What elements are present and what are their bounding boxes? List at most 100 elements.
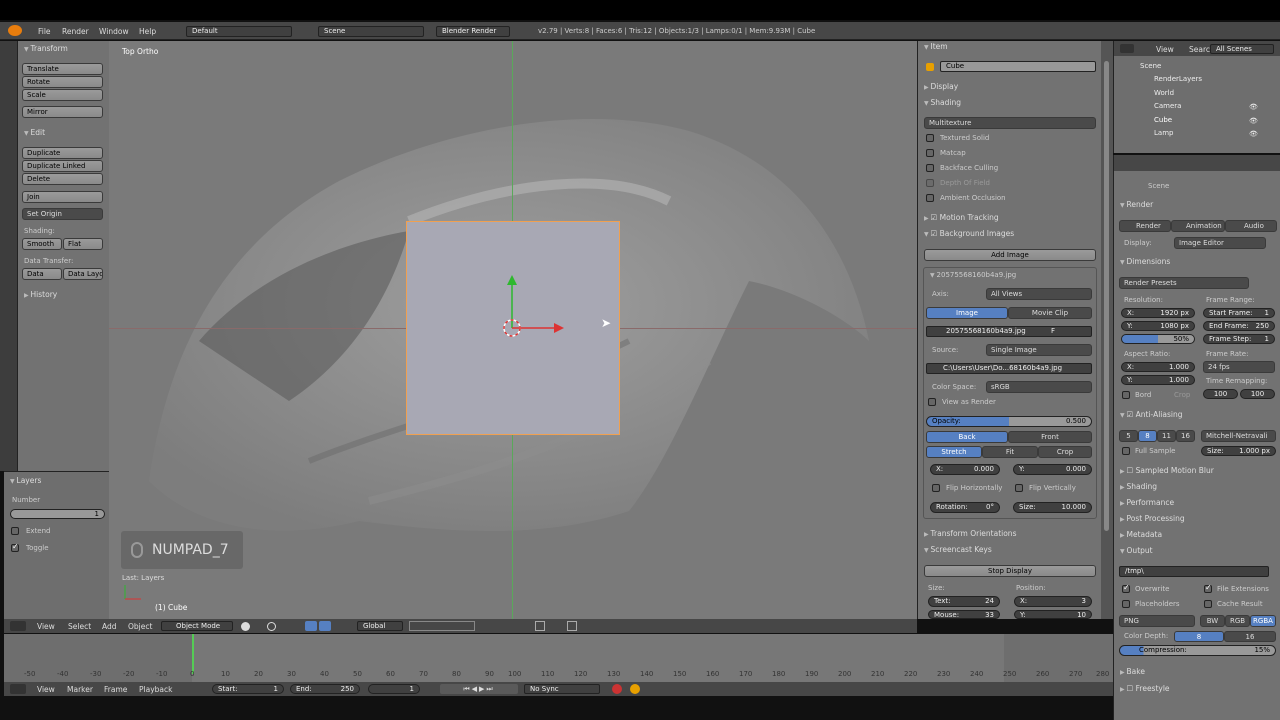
- join-button[interactable]: Join: [22, 191, 103, 203]
- duplicate-linked-button[interactable]: Duplicate Linked: [22, 160, 103, 172]
- outliner-item-camera[interactable]: Camera: [1154, 102, 1181, 110]
- outliner-editor-icon[interactable]: [1120, 44, 1134, 53]
- display-selector[interactable]: Image Editor: [1174, 237, 1266, 249]
- timeline[interactable]: -50 -40 -30 -20 -10 0 10 20 30 40 50 60 …: [4, 634, 1113, 682]
- panel-performance[interactable]: ▶ Performance: [1120, 498, 1174, 507]
- eye-icon[interactable]: 👁: [1249, 130, 1258, 138]
- panel-history[interactable]: ▶ History: [24, 290, 57, 299]
- aspect-y-field[interactable]: Y: 1.000: [1121, 375, 1195, 385]
- axis-selector[interactable]: All Views: [986, 288, 1092, 300]
- tl-menu-view[interactable]: View: [37, 685, 55, 694]
- frame-step-prop[interactable]: Frame Step: 1: [1203, 334, 1275, 344]
- backface-checkbox[interactable]: [926, 164, 934, 172]
- bw-button[interactable]: BW: [1200, 615, 1225, 627]
- sc-text-size-field[interactable]: Text: 24: [928, 596, 1000, 607]
- scene-selector[interactable]: Scene: [318, 26, 424, 37]
- end-frame-prop[interactable]: End Frame: 250: [1203, 321, 1275, 331]
- sc-pos-x-field[interactable]: X: 3: [1014, 596, 1092, 607]
- menu-render[interactable]: Render: [62, 27, 89, 36]
- res-percent-slider[interactable]: 50%: [1121, 334, 1195, 344]
- layers-title[interactable]: ▼ Layers: [10, 476, 41, 485]
- front-button[interactable]: Front: [1008, 431, 1092, 443]
- snap-icon[interactable]: [535, 621, 545, 631]
- 3d-viewport[interactable]: ➤ Top Ortho NUMPAD_7 Last: Layers (1) Cu…: [109, 41, 917, 619]
- aa-11[interactable]: 11: [1157, 430, 1176, 442]
- duplicate-button[interactable]: Duplicate: [22, 147, 103, 159]
- smooth-button[interactable]: Smooth: [22, 238, 62, 250]
- cache-result-checkbox[interactable]: [1204, 600, 1212, 608]
- matcap-checkbox[interactable]: [926, 149, 934, 157]
- panel-freestyle[interactable]: ▶ ☐ Freestyle: [1120, 684, 1170, 693]
- aa-8[interactable]: 8: [1138, 430, 1157, 442]
- item-name-field[interactable]: Cube: [940, 61, 1096, 72]
- data-button[interactable]: Data: [22, 268, 62, 280]
- color-space-selector[interactable]: sRGB: [986, 381, 1092, 393]
- aspect-x-field[interactable]: X: 1.000: [1121, 362, 1195, 372]
- current-frame-field[interactable]: 1: [368, 684, 420, 694]
- dof-checkbox[interactable]: [926, 179, 934, 187]
- playback-controls[interactable]: ⏮◀▶⏭: [440, 684, 518, 694]
- sync-selector[interactable]: No Sync: [524, 684, 600, 694]
- blender-logo-icon[interactable]: [8, 25, 22, 36]
- audio-button[interactable]: Audio: [1225, 220, 1277, 232]
- full-sample-checkbox[interactable]: [1122, 447, 1130, 455]
- offset-x-field[interactable]: X: 0.000: [930, 464, 1000, 475]
- tl-menu-frame[interactable]: Frame: [104, 685, 127, 694]
- vp-menu-object[interactable]: Object: [128, 622, 152, 631]
- layout-selector[interactable]: Default: [186, 26, 292, 37]
- output-path-field[interactable]: /tmp\: [1119, 566, 1269, 577]
- flip-h-checkbox[interactable]: [932, 484, 940, 492]
- filter-selector[interactable]: Mitchell-Netravali: [1201, 430, 1276, 442]
- border-checkbox[interactable]: [1122, 391, 1130, 399]
- depth-16-button[interactable]: 16: [1224, 631, 1276, 642]
- size-field[interactable]: Size: 10.000: [1013, 502, 1092, 513]
- panel-render[interactable]: ▼ Render: [1120, 200, 1153, 209]
- flat-button[interactable]: Flat: [63, 238, 103, 250]
- panel-anti-aliasing[interactable]: ▼ ☑ Anti-Aliasing: [1120, 410, 1183, 419]
- start-frame-field[interactable]: Start: 1: [212, 684, 284, 694]
- outliner-item-lamp[interactable]: Lamp: [1154, 129, 1173, 137]
- panel-dimensions[interactable]: ▼ Dimensions: [1120, 257, 1170, 266]
- manipulator-rotate-icon[interactable]: [319, 621, 331, 631]
- outliner-item-world[interactable]: World: [1154, 89, 1174, 97]
- vp-menu-view[interactable]: View: [37, 622, 55, 631]
- remap-new-field[interactable]: 100: [1240, 389, 1275, 399]
- layers-grid-icon[interactable]: [409, 621, 475, 631]
- end-frame-field[interactable]: End: 250: [290, 684, 360, 694]
- panel-edit[interactable]: ▼ Edit: [24, 128, 45, 137]
- toggle-checkbox[interactable]: [11, 542, 19, 552]
- panel-display[interactable]: ▶ Display: [924, 82, 958, 91]
- eye-icon[interactable]: 👁: [1249, 117, 1258, 125]
- panel-item[interactable]: ▼ Item: [924, 42, 948, 51]
- format-selector[interactable]: PNG: [1119, 615, 1195, 627]
- outliner-item-scene[interactable]: Scene: [1140, 62, 1161, 70]
- keying-icon[interactable]: [630, 684, 640, 694]
- panel-shading-render[interactable]: ▶ Shading: [1120, 482, 1157, 491]
- stretch-button[interactable]: Stretch: [926, 446, 982, 458]
- sidebar-scrollbar[interactable]: [1101, 41, 1113, 619]
- outliner-item-renderlayers[interactable]: RenderLayers: [1154, 75, 1202, 83]
- display-mode-selector[interactable]: All Scenes: [1210, 44, 1274, 54]
- mode-selector[interactable]: Object Mode: [161, 621, 233, 631]
- data-layout-button[interactable]: Data Layo: [63, 268, 103, 280]
- start-frame-prop[interactable]: Start Frame: 1: [1203, 308, 1275, 318]
- add-image-button[interactable]: Add Image: [924, 249, 1096, 261]
- vp-menu-add[interactable]: Add: [102, 622, 117, 631]
- placeholders-checkbox[interactable]: [1122, 600, 1130, 608]
- sc-mouse-size-field[interactable]: Mouse: 33: [928, 610, 1000, 619]
- rgba-button[interactable]: RGBA: [1250, 615, 1276, 627]
- eye-icon[interactable]: 👁: [1249, 103, 1258, 111]
- panel-transform-orientations[interactable]: ▶ Transform Orientations: [924, 529, 1016, 538]
- record-icon[interactable]: [612, 684, 622, 694]
- translate-button[interactable]: Translate: [22, 63, 103, 75]
- tl-menu-marker[interactable]: Marker: [67, 685, 93, 694]
- menu-file[interactable]: File: [38, 27, 51, 36]
- render-presets-selector[interactable]: Render Presets: [1119, 277, 1249, 289]
- mirror-button[interactable]: Mirror: [22, 106, 103, 118]
- res-x-field[interactable]: X: 1920 px: [1121, 308, 1195, 318]
- editor-type-icon[interactable]: [10, 621, 26, 631]
- ao-checkbox[interactable]: [926, 194, 934, 202]
- res-y-field[interactable]: Y: 1080 px: [1121, 321, 1195, 331]
- render-button[interactable]: Render: [1119, 220, 1171, 232]
- compression-slider[interactable]: Compression: 15%: [1119, 645, 1276, 656]
